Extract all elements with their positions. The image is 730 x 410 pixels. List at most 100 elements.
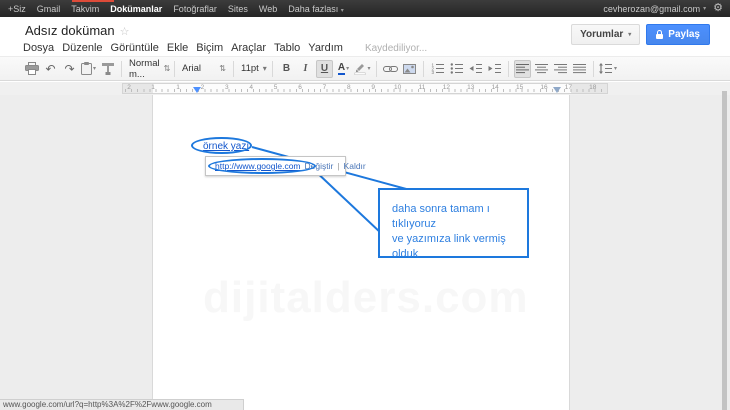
annotation-line1: daha sonra tamam ı tıklıyoruz (392, 202, 527, 232)
link-remove-button[interactable]: Kaldır (344, 161, 366, 171)
print-icon (25, 62, 39, 75)
bold-button[interactable]: B (278, 60, 295, 78)
menu-dosya[interactable]: Dosya (19, 42, 58, 54)
link-takvim[interactable]: Takvim (71, 4, 99, 14)
menu-bicim[interactable]: Biçim (192, 42, 227, 54)
left-indent-marker[interactable] (193, 87, 201, 93)
highlight-icon (354, 62, 366, 75)
paint-format-button[interactable]: ▾ (80, 60, 97, 78)
chevron-down-icon: ▾ (703, 5, 706, 12)
paragraph-style-select[interactable]: Normal m... ⇅ (126, 60, 170, 78)
lock-icon (656, 34, 663, 39)
align-justify-button[interactable] (571, 60, 588, 78)
link-fotograflar[interactable]: Fotoğraflar (173, 4, 217, 14)
link-daha-fazlasi[interactable]: Daha fazlası ▾ (288, 4, 344, 14)
vertical-scrollbar[interactable] (722, 91, 727, 410)
chevron-down-icon: ▾ (93, 66, 96, 72)
active-service-indicator (72, 0, 114, 2)
google-services-bar: +Siz Gmail Takvim Dokümanlar Fotoğraflar… (0, 0, 730, 17)
numbered-list-icon: 123 (431, 63, 445, 74)
bulleted-list-button[interactable] (448, 60, 465, 78)
insert-link-button[interactable] (382, 60, 399, 78)
comments-button[interactable]: Yorumlar ▾ (571, 24, 640, 45)
decrease-indent-icon (469, 63, 483, 74)
link-dokumanlar[interactable]: Dokümanlar (110, 4, 162, 14)
link-sites[interactable]: Sites (228, 4, 248, 14)
menu-yardim[interactable]: Yardım (304, 42, 347, 54)
format-paint-icon (102, 63, 114, 75)
google-docs-window: +Siz Gmail Takvim Dokümanlar Fotoğraflar… (0, 0, 730, 410)
star-icon[interactable]: ☆ (120, 26, 130, 38)
menu-ekle[interactable]: Ekle (163, 42, 192, 54)
font-value: Arial (182, 63, 201, 74)
toolbar-separator (593, 61, 594, 77)
menu-duzenle[interactable]: Düzenle (58, 42, 106, 54)
align-center-icon (535, 63, 548, 74)
link-gmail[interactable]: Gmail (37, 4, 61, 14)
toolbar-separator (376, 61, 377, 77)
italic-button[interactable]: I (297, 60, 314, 78)
menu-araclar[interactable]: Araçlar (227, 42, 270, 54)
share-label: Paylaş (668, 29, 700, 40)
font-family-select[interactable]: Arial ⇅ (179, 60, 229, 78)
link-preview-statusbar: www.google.com/url?q=http%3A%2F%2Fwww.go… (0, 399, 244, 410)
header-actions: Yorumlar ▾ Paylaş (571, 24, 710, 45)
watermark: dijitalders.com (203, 273, 529, 323)
bulleted-list-icon (450, 63, 464, 74)
undo-button[interactable]: ↶ (42, 60, 59, 78)
align-right-button[interactable] (552, 60, 569, 78)
gear-icon[interactable]: ⚙ (713, 3, 723, 14)
services-links: +Siz Gmail Takvim Dokümanlar Fotoğraflar… (0, 4, 344, 14)
align-center-button[interactable] (533, 60, 550, 78)
insert-image-button[interactable] (401, 60, 418, 78)
print-button[interactable] (23, 60, 40, 78)
account-area: cevherozan@gmail.com ▾ ⚙ (603, 3, 730, 14)
align-left-button[interactable] (514, 60, 531, 78)
line-spacing-button[interactable]: ▾ (599, 60, 617, 78)
document-title-text: Adsız doküman (25, 23, 115, 38)
more-label: Daha fazlası (288, 4, 338, 14)
chevron-down-icon: ▾ (628, 31, 631, 38)
updown-arrow-icon: ⇅ (164, 64, 171, 73)
right-indent-marker[interactable] (553, 87, 561, 93)
font-size-select[interactable]: 11pt ▾ (238, 60, 268, 78)
link-bubble-url[interactable]: http://www.google.com (215, 161, 301, 171)
chevron-down-icon: ▾ (346, 66, 349, 72)
account-menu[interactable]: cevherozan@gmail.com ▾ (603, 4, 706, 14)
size-value: 11pt (241, 63, 259, 74)
toolbar-separator (272, 61, 273, 77)
increase-indent-button[interactable] (486, 60, 503, 78)
toolbar-separator (174, 61, 175, 77)
underline-button[interactable]: U (316, 60, 333, 78)
ruler-row: 21123456789101112131415161718 (0, 82, 730, 95)
align-right-icon (554, 63, 567, 74)
account-email: cevherozan@gmail.com (603, 4, 700, 14)
format-paint-button[interactable] (99, 60, 116, 78)
link-change-button[interactable]: Değiştir (305, 161, 334, 171)
link-web[interactable]: Web (259, 4, 277, 14)
document-canvas: dijitalders.com örnek yazı http://www.go… (0, 95, 730, 410)
align-left-icon (516, 63, 529, 74)
link-icon (383, 65, 398, 73)
comments-label: Yorumlar (580, 29, 623, 40)
text-color-button[interactable]: A ▾ (335, 60, 352, 78)
numbered-list-button[interactable]: 123 (429, 60, 446, 78)
document-title[interactable]: Adsız doküman ☆ (25, 23, 129, 38)
document-hyperlink-text[interactable]: örnek yazı (203, 141, 249, 152)
svg-text:3: 3 (431, 70, 434, 74)
clipboard-icon (81, 62, 92, 75)
increase-indent-icon (488, 63, 502, 74)
highlight-color-button[interactable]: ▾ (354, 60, 371, 78)
menu-goruntule[interactable]: Görüntüle (107, 42, 163, 54)
share-button[interactable]: Paylaş (646, 24, 710, 45)
toolbar-separator (508, 61, 509, 77)
chevron-down-icon: ▾ (367, 66, 370, 72)
bubble-separator: | (337, 161, 339, 171)
link-plus-siz[interactable]: +Siz (8, 4, 26, 14)
ruler[interactable]: 21123456789101112131415161718 (122, 83, 608, 94)
redo-button[interactable]: ↷ (61, 60, 78, 78)
edit-toolbar: ↶ ↷ ▾ Normal m... ⇅ Arial ⇅ (0, 56, 730, 81)
decrease-indent-button[interactable] (467, 60, 484, 78)
annotation-line2: ve yazımıza link vermiş olduk (392, 232, 527, 262)
menu-tablo[interactable]: Tablo (270, 42, 304, 54)
